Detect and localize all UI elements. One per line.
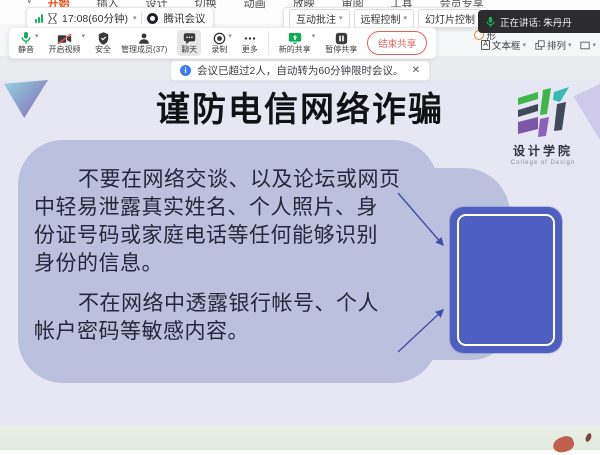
more-button[interactable]: 更多 xyxy=(242,32,258,54)
ribbon-arrange-button[interactable]: 排列▾ xyxy=(535,38,572,52)
textbox-icon: A xyxy=(481,40,490,50)
chat-icon xyxy=(183,32,196,45)
share-control-pill: 互动批注▾ 远程控制▾ 幻灯片控制 xyxy=(283,7,488,29)
next-slide-strip xyxy=(0,425,600,450)
chevron-down-icon: ▾ xyxy=(522,41,526,49)
microphone-icon xyxy=(486,16,495,28)
arrange-icon xyxy=(535,40,545,50)
chevron-down-icon[interactable]: ▾ xyxy=(228,32,232,40)
meeting-app-name: 腾讯会议 xyxy=(163,11,205,26)
chat-button[interactable]: 聊天 xyxy=(177,30,201,56)
camera-off-icon xyxy=(57,32,72,45)
divider xyxy=(141,13,142,24)
college-logo-mark xyxy=(516,86,570,140)
mute-button[interactable]: 静音 xyxy=(18,32,34,54)
microphone-icon xyxy=(20,32,32,45)
record-button[interactable]: 录制 xyxy=(211,32,227,54)
new-share-button[interactable]: 新的共享 xyxy=(279,32,311,54)
paragraph-1: 不要在网络交谈、以及论坛或网页 中轻易泄露真实姓名、个人照片、身 份证号码或家庭… xyxy=(34,166,444,278)
remote-control-button[interactable]: 远程控制▾ xyxy=(354,9,415,28)
chevron-down-icon[interactable]: ▾ xyxy=(82,32,86,40)
card-border xyxy=(457,214,555,346)
start-video-button[interactable]: 开启视频 xyxy=(49,32,81,54)
chevron-down-icon: ▾ xyxy=(404,14,408,22)
end-share-button[interactable]: 结束共享 xyxy=(367,31,427,55)
speaking-toast: 正在讲话: 朱丹丹 xyxy=(478,10,600,33)
security-button[interactable]: 安全 xyxy=(95,32,111,54)
chevron-down-icon[interactable]: ▾ xyxy=(312,32,316,40)
more-dots-icon xyxy=(243,32,257,45)
slide-control-button[interactable]: 幻灯片控制 xyxy=(418,9,482,28)
chevron-down-icon: ▾ xyxy=(592,41,596,49)
meeting-toolbar: 静音 ▾ 开启视频 ▾ 安全 xyxy=(8,27,437,59)
image-placeholder-card xyxy=(450,207,562,353)
info-icon: i xyxy=(180,65,191,76)
ribbon-textbox-button[interactable]: A 文本框▾ xyxy=(481,38,526,52)
meeting-timer[interactable]: 17:08(60分钟) xyxy=(62,11,128,26)
chevron-down-icon: ▾ xyxy=(568,41,572,49)
chevron-down-icon: ▾ xyxy=(339,14,343,22)
speaking-label: 正在讲话: 朱丹丹 xyxy=(500,15,572,29)
wps-ribbon-right: A 文本框▾ 排列▾ ▾ xyxy=(481,38,596,52)
menu-tab-animation[interactable]: 动画 xyxy=(244,0,266,13)
slide-size-icon xyxy=(580,41,590,50)
college-logo-name: 设计学院 xyxy=(513,142,573,159)
pause-share-button[interactable]: 暂停共享 xyxy=(325,32,357,54)
interactive-annotation-button[interactable]: 互动批注▾ xyxy=(289,9,350,28)
notification-text: 会议已超过2人，自动转为60分钟限时会议。 xyxy=(197,63,404,78)
college-logo-subtitle: College of Design xyxy=(511,160,575,166)
manage-members-button[interactable]: 管理成员(37) xyxy=(121,32,167,54)
close-icon[interactable]: ✕ xyxy=(412,65,420,76)
presentation-slide: 谨防电信网络诈骗 设计学院 College of Design 不要在网络交谈、… xyxy=(0,80,600,425)
shield-icon xyxy=(98,32,109,45)
chevron-down-icon[interactable]: ▾ xyxy=(133,14,137,22)
record-icon xyxy=(213,32,226,45)
tencent-meeting-icon xyxy=(147,13,158,24)
ribbon-slide-size-button[interactable]: ▾ xyxy=(580,41,596,50)
pause-icon xyxy=(335,32,348,45)
hourglass-icon xyxy=(48,13,57,24)
meeting-notification: i 会议已超过2人，自动转为60分钟限时会议。 ✕ xyxy=(170,60,430,81)
network-signal-icon xyxy=(35,14,43,23)
chevron-down-icon[interactable]: ▾ xyxy=(35,32,39,40)
share-screen-icon xyxy=(288,32,302,45)
divider xyxy=(268,31,269,55)
person-icon xyxy=(138,32,150,45)
paragraph-2: 不在网络中透露银行帐号、个人 帐户密码等敏感内容。 xyxy=(34,290,444,346)
college-logo: 设计学院 College of Design xyxy=(502,86,584,166)
meeting-timer-pill: 17:08(60分钟) ▾ 腾讯会议 xyxy=(26,7,214,29)
